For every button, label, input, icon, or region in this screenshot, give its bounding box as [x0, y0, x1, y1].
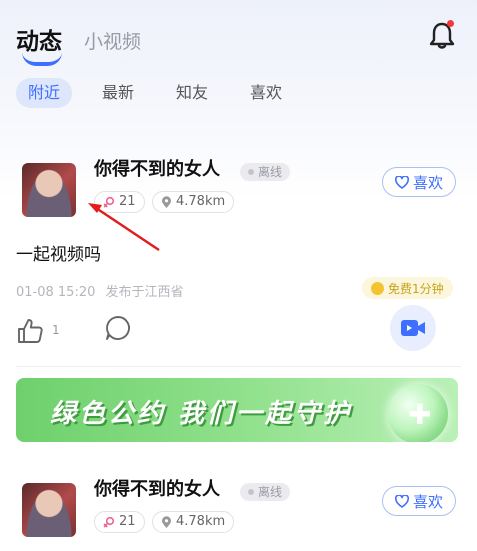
app-screen: 动态 小视频 附近 最新 知友 喜欢 你得不到的女人 离线 21 4.78km — [0, 0, 477, 551]
annotation-arrow-icon — [88, 203, 160, 251]
